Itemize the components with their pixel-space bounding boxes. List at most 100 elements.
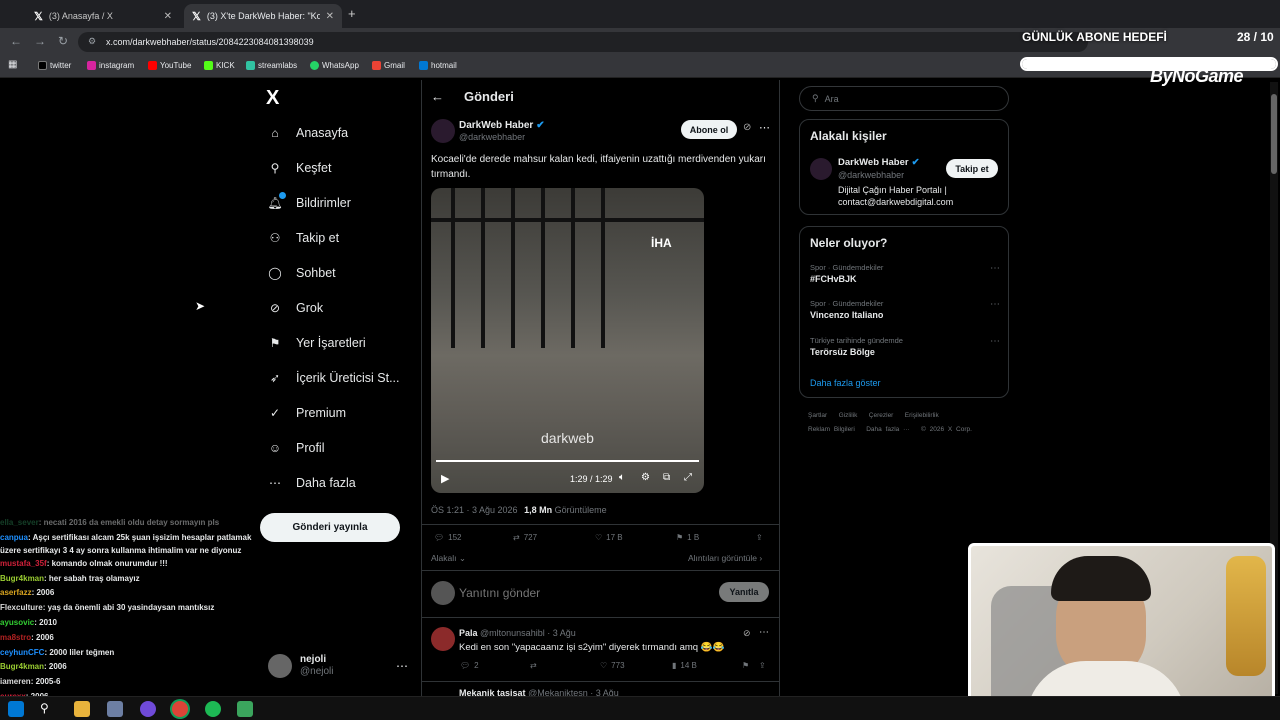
more-icon[interactable]: ⋯ [990, 336, 1000, 347]
trend-item[interactable]: Spor · Gündemdekiler Vincenzo Italiano ⋯ [810, 299, 1000, 320]
like-action[interactable]: ♡ 773 [600, 661, 625, 670]
reply-button[interactable]: Yanıtla [719, 582, 769, 602]
follow-button[interactable]: Takip et [946, 159, 998, 178]
fullscreen-icon[interactable]: ⤢ [684, 472, 692, 483]
footer-link[interactable]: Çerezler [869, 412, 894, 419]
pip-icon[interactable]: ⧉ [663, 472, 670, 483]
avatar[interactable] [431, 119, 455, 143]
avatar[interactable] [431, 627, 455, 651]
reply-author[interactable]: Pala [459, 628, 478, 638]
reply-action[interactable]: 💬︎ 2 [460, 661, 479, 670]
trend-item[interactable]: Spor · Gündemdekiler #FCHvBJK ⋯ [810, 263, 1000, 284]
views-action[interactable]: ▮ 14 B [672, 661, 697, 670]
show-more-link[interactable]: Daha fazla göster [810, 378, 881, 388]
reply-action[interactable]: 💬︎ 152 [434, 533, 462, 542]
nav-bookmarks[interactable]: ⚑ Yer İşaretleri [268, 336, 366, 350]
back-arrow-icon[interactable]: ← [431, 89, 444, 104]
scrollbar-thumb[interactable] [1271, 94, 1277, 174]
grok-icon[interactable]: ⊘ [743, 122, 751, 133]
reload-icon[interactable]: ↻ [58, 34, 68, 48]
bookmark-icon[interactable]: ⚑ [742, 661, 749, 670]
browser-tab-1[interactable]: 𝕏 (3) Anasayfa / X ✕ [26, 4, 180, 28]
close-tab-icon[interactable]: ✕ [326, 11, 334, 22]
bookmark-instagram[interactable]: instagram [87, 61, 134, 70]
nav-explore[interactable]: ⚲ Keşfet [268, 161, 332, 175]
repost-action[interactable]: ⇄ 727 [513, 533, 537, 542]
view-quotes-link[interactable]: Alıntıları görüntüle › [688, 553, 762, 563]
fence-bar [451, 188, 455, 348]
relevant-name[interactable]: DarkWeb Haber ✔ [838, 157, 920, 168]
footer-link[interactable]: Daha fazla ··· [866, 426, 909, 433]
video-progress-bar[interactable] [436, 460, 699, 462]
nav-chat[interactable]: ◯ Sohbet [268, 266, 335, 280]
bookmark-hotmail[interactable]: hotmail [419, 61, 457, 70]
footer-link[interactable]: Şartlar [808, 412, 827, 419]
like-action[interactable]: ♡ 17 B [595, 533, 623, 542]
file-explorer-icon[interactable] [74, 701, 90, 717]
trend-item[interactable]: Türkiye tarihinde gündemde Terörsüz Bölg… [810, 336, 1000, 357]
share-icon[interactable]: ⇪ [759, 661, 766, 670]
post-video[interactable]: İHA darkweb ▶ 1:29 / 1:29 🔈︎ ⚙ ⧉ ⤢ [431, 188, 704, 493]
footer-link[interactable]: Reklam Bilgileri [808, 426, 855, 433]
chrome-icon[interactable] [172, 701, 188, 717]
nav-creator-studio[interactable]: ➶ İçerik Üreticisi St... [268, 371, 400, 385]
post-button[interactable]: Gönderi yayınla [260, 513, 400, 542]
bookmark-whatsapp[interactable]: WhatsApp [310, 61, 359, 70]
settings-icon[interactable]: ⚙ [641, 472, 650, 483]
fence-bar [541, 188, 545, 348]
nav-home[interactable]: ⌂ Anasayfa [268, 126, 348, 140]
nav-more[interactable]: ⋯ Daha fazla [268, 476, 356, 490]
close-tab-icon[interactable]: ✕ [164, 11, 172, 22]
post-author[interactable]: DarkWeb Haber ✔ [459, 120, 545, 131]
bookmark-streamlabs[interactable]: streamlabs [246, 61, 297, 70]
sort-dropdown[interactable]: Alakalı ⌄ [431, 553, 466, 564]
bookmark-icon: ⚑ [269, 336, 281, 350]
reply-text: Kedi en son "yapacaanız işi s2yim" diyer… [459, 642, 725, 653]
chat-message: canpua: Aşçı sertifikası alcam 25k şuan … [0, 532, 252, 555]
footer-link[interactable]: Gizlilik [839, 412, 858, 419]
play-icon[interactable]: ▶ [441, 472, 449, 485]
nav-notifications[interactable]: 🔔︎ Bildirimler [267, 192, 351, 210]
subscribe-button[interactable]: Abone ol [681, 120, 737, 139]
apps-icon[interactable]: ▦ [8, 59, 17, 70]
account-switcher[interactable]: nejoli @nejoli ⋯ [268, 654, 408, 678]
search-icon[interactable]: ⚲ [40, 701, 56, 717]
browser-tab-bar: 𝕏 (3) Anasayfa / X ✕ 𝕏 (3) X'te DarkWeb … [0, 0, 1280, 28]
x-logo[interactable]: X [266, 87, 279, 110]
bookmark-kick[interactable]: KICK [204, 61, 235, 70]
site-info-icon[interactable]: ⚙ [88, 36, 96, 47]
more-icon[interactable]: ⋯ [990, 299, 1000, 310]
obs-icon[interactable] [140, 701, 156, 717]
nav-grok[interactable]: ⊘ Grok [268, 301, 323, 315]
grok-icon[interactable]: ⊘ [743, 628, 751, 639]
browser-tab-2[interactable]: 𝕏 (3) X'te DarkWeb Haber: "Kocae ✕ [184, 4, 342, 28]
back-icon[interactable]: ← [10, 34, 22, 48]
more-icon[interactable]: ⋯ [396, 659, 408, 673]
repost-action[interactable]: ⇄ [530, 661, 537, 670]
reply-input[interactable] [459, 583, 699, 603]
share-icon[interactable]: ⇪ [756, 533, 763, 542]
bookmark-youtube[interactable]: YouTube [148, 61, 191, 70]
post-handle[interactable]: @darkwebhaber [459, 132, 525, 142]
nav-profile[interactable]: ☺ Profil [268, 441, 325, 455]
bookmark-twitter[interactable]: twitter [38, 61, 71, 70]
app-icon[interactable] [107, 701, 123, 717]
nav-follow[interactable]: ⚇ Takip et [268, 231, 339, 245]
bookmark-gmail[interactable]: Gmail [372, 61, 405, 70]
forward-icon[interactable]: → [34, 34, 46, 48]
spotify-icon[interactable] [205, 701, 221, 717]
nav-premium[interactable]: ✓ Premium [268, 406, 346, 420]
new-tab-button[interactable]: + [348, 6, 356, 21]
volume-icon[interactable]: 🔈︎ [619, 472, 625, 483]
more-icon[interactable]: ⋯ [759, 121, 770, 134]
bookmark-action[interactable]: ⚑ 1 B [676, 533, 699, 542]
search-box[interactable]: ⚲ Ara [799, 86, 1009, 111]
footer-link[interactable]: Erişilebilirlik [905, 412, 939, 419]
verified-icon: ✓ [269, 406, 281, 420]
more-icon[interactable]: ⋯ [990, 263, 1000, 274]
app-icon[interactable] [237, 701, 253, 717]
avatar[interactable] [810, 158, 832, 180]
more-icon[interactable]: ⋯ [759, 627, 769, 638]
windows-start-icon[interactable] [8, 701, 24, 717]
url-input[interactable]: ⚙ x.com/darkwebhaber/status/208422308408… [78, 32, 1088, 52]
